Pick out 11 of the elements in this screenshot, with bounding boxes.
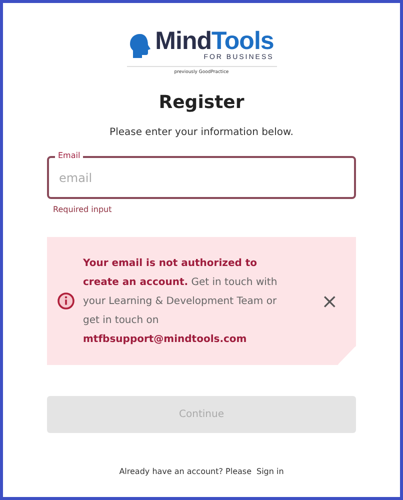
page-title: Register [158, 92, 244, 114]
field-label: Email [55, 151, 84, 160]
signin-link[interactable]: Sign in [256, 467, 284, 476]
alert-message: Your email is not authorized to create an account. Get in touch with your Learning & Development Team or get in touch on mtfbsupport@mindtools.com [83, 256, 278, 346]
error-message: Required input [53, 205, 112, 214]
head-icon [129, 32, 152, 58]
info-icon [57, 292, 75, 310]
brand-name: MindTools [155, 29, 274, 53]
signin-prompt: Already have an account? Please [119, 467, 252, 476]
close-button[interactable]: × [321, 291, 338, 311]
instruction-text: Please enter your information below. [110, 127, 294, 138]
